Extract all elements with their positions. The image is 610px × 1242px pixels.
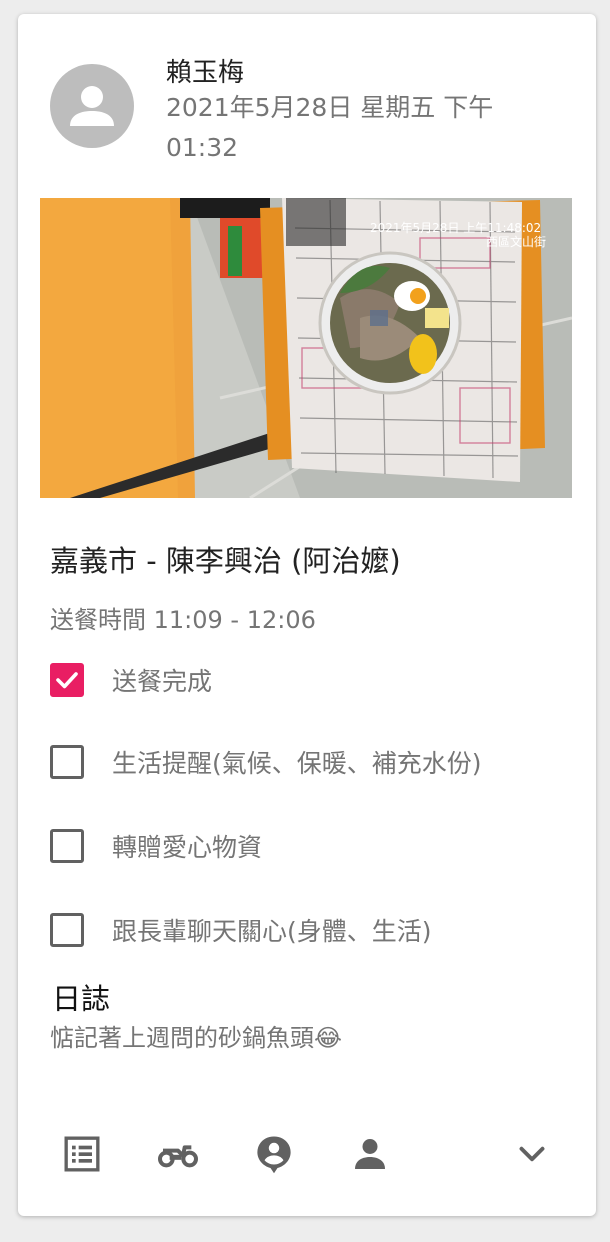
recipient-title: 嘉義市 - 陳李興治 (阿治嬤) [50,544,401,578]
card-actions [18,1126,596,1182]
account-pin-icon [257,1136,291,1174]
checkbox-delivery-done[interactable] [50,663,84,697]
checklist-item-life-reminder[interactable]: 生活提醒(氣候、保暖、補充水份) [50,742,482,782]
log-heading: 日誌 [52,982,111,1016]
checkbox-donated-supplies[interactable] [50,829,84,863]
checkbox-life-reminder[interactable] [50,745,84,779]
delivery-time: 送餐時間 11:09 - 12:06 [50,606,316,634]
post-datetime: 2021年5月28日 星期五 下午 01:32 [166,93,494,162]
log-text: 惦記著上週問的砂鍋魚頭😂 [50,1024,343,1052]
motorcycle-icon [158,1145,199,1168]
checklist-label: 送餐完成 [112,667,213,696]
person-icon [70,86,114,126]
checkbox-chat-care[interactable] [50,913,84,947]
checklist-item-chat-care[interactable]: 跟長輩聊天關心(身體、生活) [50,910,432,950]
photo-timestamp: 2021年5月28日 上午11:48:02 [370,221,541,235]
checklist-label: 轉贈愛心物資 [112,833,263,862]
checkmark-icon [56,672,78,689]
delivery-card: 賴玉梅 2021年5月28日 星期五 下午 01:32 2021年5月28日 上… [18,14,596,1216]
checklist-item-donated-supplies[interactable]: 轉贈愛心物資 [50,826,262,866]
meal-photo: 2021年5月28日 上午11:48:02 西區文山街 [40,198,572,498]
list-icon [64,1136,100,1172]
account-pin-button[interactable] [250,1130,298,1178]
checklist-item-delivery-done[interactable]: 送餐完成 [50,660,212,700]
user-name: 賴玉梅 [166,58,245,88]
avatar [50,64,134,148]
person-icon [355,1139,385,1169]
checklist-label: 跟長輩聊天關心(身體、生活) [112,917,432,946]
person-button[interactable] [346,1130,394,1178]
checklist-label: 生活提醒(氣候、保暖、補充水份) [112,749,482,778]
meal-photo-image: 2021年5月28日 上午11:48:02 西區文山街 [40,198,572,498]
chevron-down-icon [519,1146,545,1162]
list-button[interactable] [58,1130,106,1178]
photo-location: 西區文山街 [486,234,546,249]
delivery-route-button[interactable] [154,1130,202,1178]
expand-button[interactable] [508,1130,556,1178]
